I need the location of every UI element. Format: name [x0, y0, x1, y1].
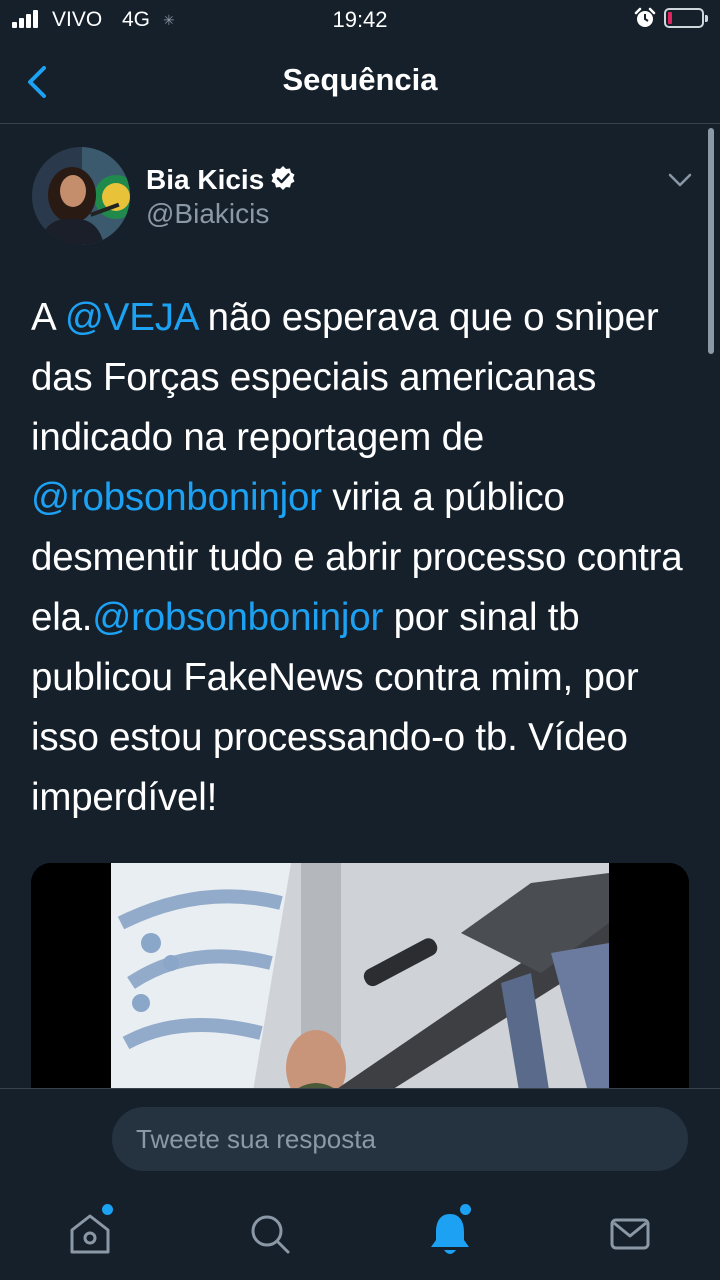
status-bar: VIVO 4G ✳ 19:42: [0, 0, 720, 40]
video-preview[interactable]: [31, 863, 689, 1103]
tab-search[interactable]: [244, 1208, 296, 1260]
mention-link[interactable]: @VEJA: [65, 296, 197, 339]
home-notification-dot: [102, 1204, 113, 1215]
tab-bar: [0, 1188, 720, 1280]
notifications-dot: [460, 1204, 471, 1215]
battery-icon: [664, 8, 708, 28]
page-title: Sequência: [282, 62, 438, 97]
status-time: 19:42: [332, 7, 388, 32]
mention-link[interactable]: @robsonboninjor: [31, 476, 322, 519]
reply-input[interactable]: [112, 1107, 688, 1171]
alarm-icon: [634, 7, 656, 27]
verified-badge-icon: [271, 166, 295, 190]
scrollbar[interactable]: [708, 128, 714, 354]
tweet-text: A @VEJA não esperava que o sniper das Fo…: [31, 288, 701, 828]
author-name[interactable]: Bia Kicis: [146, 164, 264, 196]
reply-area: [0, 1088, 720, 1189]
video-frame: [31, 863, 689, 1103]
bell-icon: [431, 1214, 469, 1254]
mention-link[interactable]: @robsonboninjor: [92, 596, 383, 639]
top-nav: Sequência: [0, 40, 720, 124]
tweet-text-segment: A: [31, 296, 65, 339]
tab-notifications[interactable]: [424, 1204, 476, 1260]
search-icon: [251, 1215, 290, 1254]
avatar[interactable]: [32, 147, 130, 245]
author-handle[interactable]: @Biakicis: [146, 198, 269, 230]
chevron-down-icon[interactable]: [666, 170, 694, 190]
tab-messages[interactable]: [604, 1208, 656, 1260]
home-icon: [70, 1214, 110, 1254]
tab-home[interactable]: [64, 1204, 116, 1260]
mail-icon: [610, 1218, 650, 1250]
